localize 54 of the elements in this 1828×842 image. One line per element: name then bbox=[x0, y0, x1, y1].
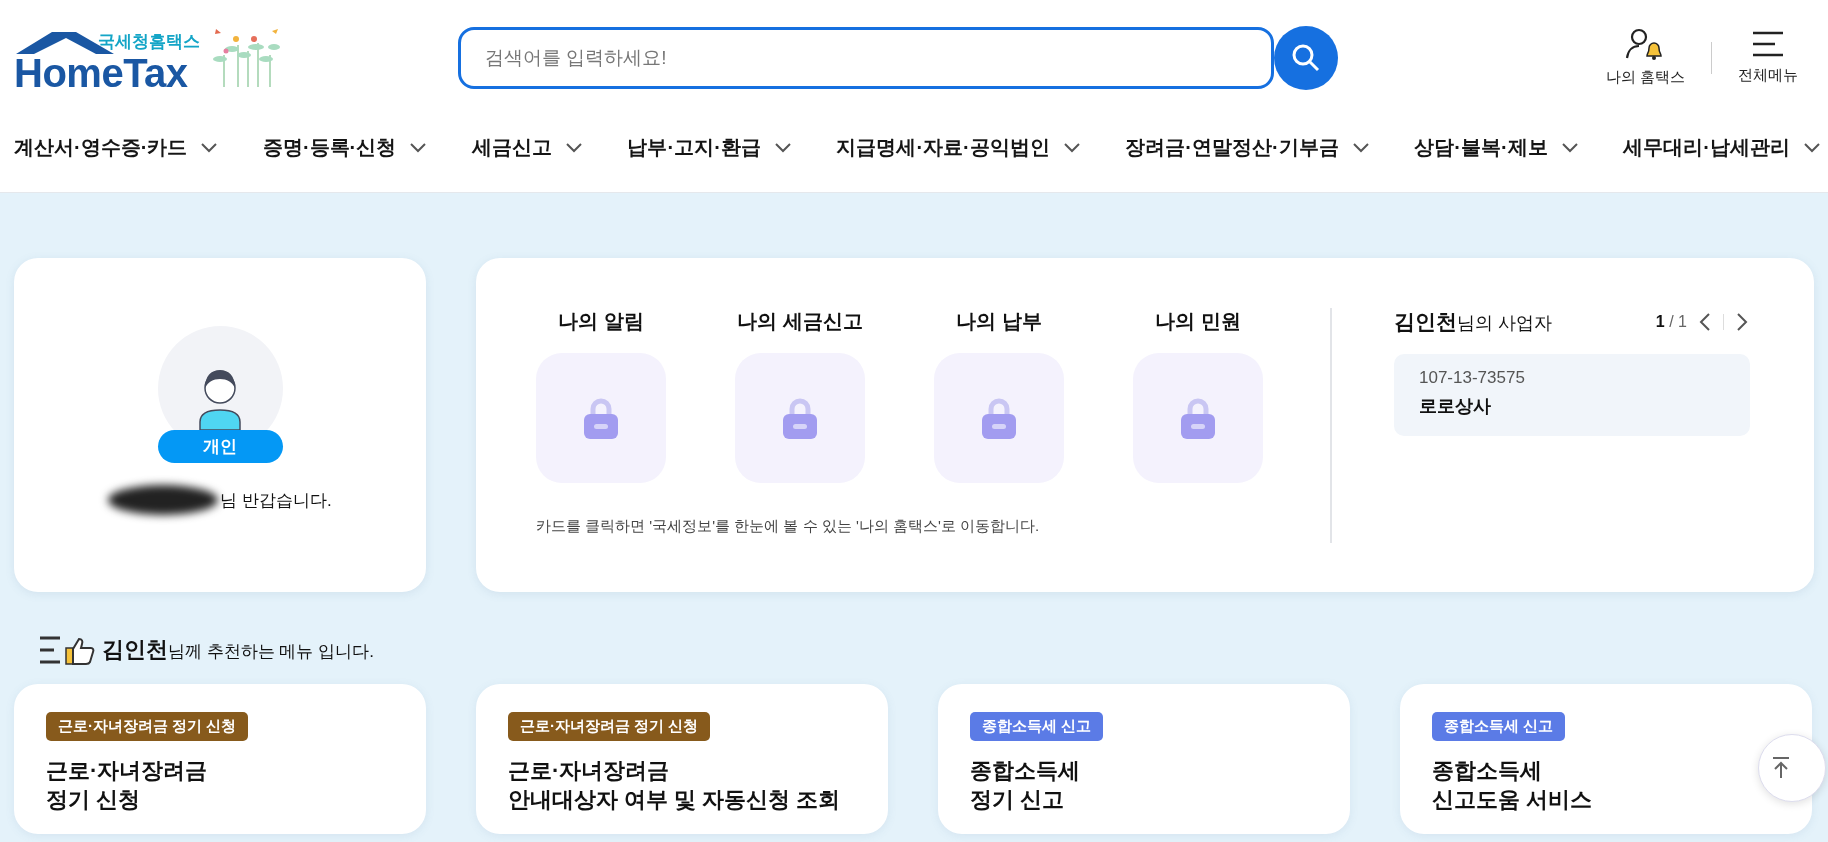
business-card[interactable]: 107-13-73575 로로상사 bbox=[1394, 354, 1750, 436]
chevron-left-icon bbox=[1699, 313, 1711, 331]
my-hometax-button[interactable]: 나의 홈택스 bbox=[1589, 28, 1701, 87]
menu-card-title: 종합소득세 신고도움 서비스 bbox=[1432, 757, 1593, 814]
lock-icon bbox=[981, 397, 1017, 439]
info-note: 카드를 클릭하면 '국세정보'를 한눈에 볼 수 있는 '나의 홈택스'로 이동합니다. bbox=[536, 517, 1041, 536]
menu-card[interactable]: 근로·자녀장려금 정기 신청 근로·자녀장려금 안내대상자 여부 및 자동신청 조회 bbox=[476, 684, 888, 834]
nav-menu-item[interactable]: 장려금·연말정산·기부금 bbox=[1125, 134, 1369, 173]
nav-menu-item[interactable]: 지급명세·자료·공익법인 bbox=[836, 134, 1080, 173]
logo-subtitle: 국세청홈택스 bbox=[98, 30, 200, 53]
previous-button[interactable] bbox=[1697, 311, 1713, 333]
page-indicator: 1 / 1 bbox=[1655, 313, 1687, 331]
chevron-down-icon bbox=[201, 142, 218, 153]
next-button[interactable] bbox=[1734, 311, 1750, 333]
lock-icon bbox=[583, 397, 619, 439]
business-number: 107-13-73575 bbox=[1419, 368, 1526, 388]
search-field[interactable]: 검색어를 입력하세요! bbox=[458, 26, 1274, 89]
menu-icon bbox=[1752, 30, 1784, 58]
lock-icon bbox=[782, 397, 818, 439]
chevron-down-icon bbox=[774, 142, 791, 153]
chevron-right-icon bbox=[1736, 313, 1748, 331]
recommend-heading: 김인천님께 추천하는 메뉴 입니다. bbox=[102, 636, 374, 664]
category-tag: 종합소득세 신고 bbox=[970, 712, 1104, 741]
menu-card-title: 근로·자녀장려금 안내대상자 여부 및 자동신청 조회 bbox=[508, 757, 841, 814]
nav-menu-item[interactable]: 세금신고 bbox=[471, 134, 582, 173]
nav-menu-item[interactable]: 세무대리·납세관리 bbox=[1623, 134, 1820, 173]
chevron-down-icon bbox=[1803, 142, 1820, 153]
chevron-down-icon bbox=[1063, 142, 1080, 153]
nav-menu-item[interactable]: 계산서·영수증·카드 bbox=[14, 134, 218, 173]
nav-menu-item[interactable]: 증명·등록·신청 bbox=[262, 134, 427, 173]
category-tag: 종합소득세 신고 bbox=[1432, 712, 1566, 741]
menu-card-title: 종합소득세 정기 신고 bbox=[970, 757, 1080, 814]
business-name: 로로상사 bbox=[1419, 395, 1492, 418]
lock-icon bbox=[1180, 397, 1216, 439]
search-input[interactable]: 검색어를 입력하세요! bbox=[485, 46, 1247, 69]
logo-title: HomeTax bbox=[14, 54, 189, 91]
chevron-down-icon bbox=[565, 142, 582, 153]
search-icon bbox=[1291, 42, 1321, 73]
greeting-text: 님 반갑습니다. bbox=[220, 489, 332, 512]
chevron-down-icon bbox=[1561, 142, 1578, 153]
business-heading: 김인천님의 사업자 bbox=[1394, 309, 1552, 335]
profile-type-badge: 개인 bbox=[157, 430, 283, 463]
menu-card[interactable]: 근로·자녀장려금 정기 신청 근로·자녀장려금 정기 신청 bbox=[14, 684, 426, 834]
chevron-down-icon bbox=[1352, 142, 1369, 153]
up-arrow-icon bbox=[1771, 756, 1791, 780]
all-menu-button[interactable]: 전체메뉴 bbox=[1722, 30, 1814, 85]
menu-card[interactable]: 종합소득세 신고 종합소득세 신고도움 서비스 bbox=[1400, 684, 1812, 834]
chevron-down-icon bbox=[410, 142, 427, 153]
nav-menu-item[interactable]: 상담·불복·제보 bbox=[1414, 134, 1578, 173]
nav-menu-item[interactable]: 납부·고지·환급 bbox=[627, 134, 791, 173]
menu-card-title: 근로·자녀장려금 정기 신청 bbox=[46, 757, 208, 814]
menu-card[interactable]: 종합소득세 신고 종합소득세 정기 신고 bbox=[938, 684, 1350, 834]
category-tag: 근로·자녀장려금 정기 신청 bbox=[46, 712, 249, 741]
category-tag: 근로·자녀장려금 정기 신청 bbox=[508, 712, 711, 741]
